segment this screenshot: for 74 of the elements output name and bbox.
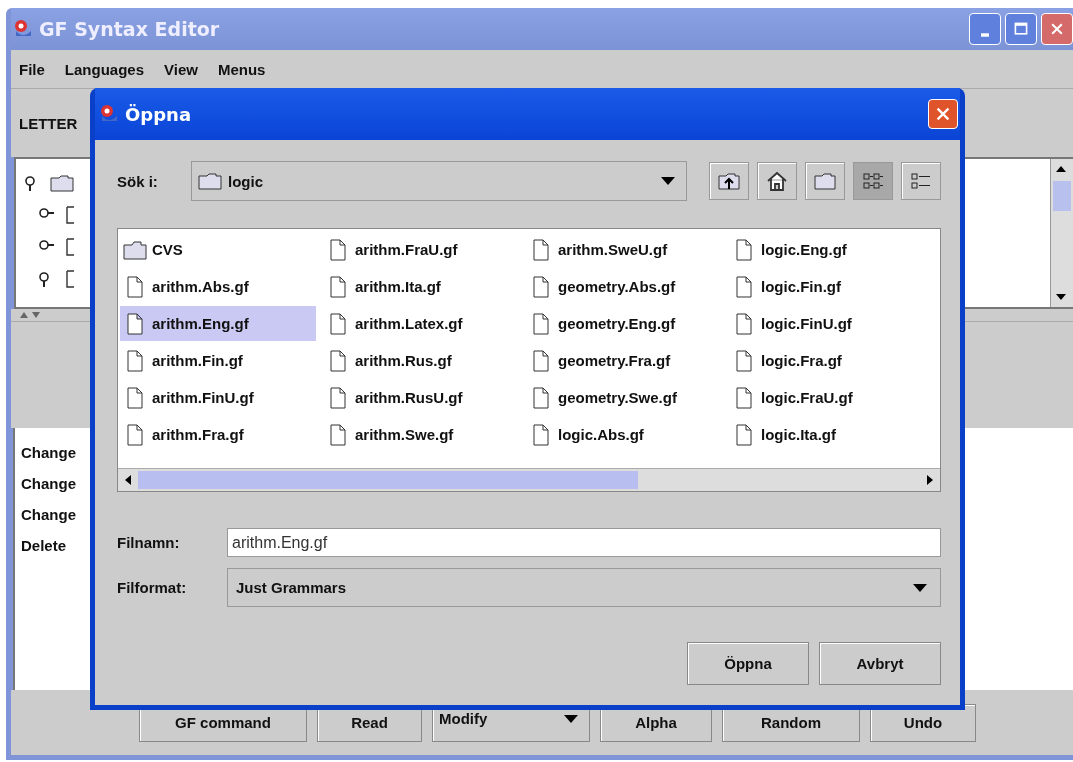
file-format-label: Filformat: — [117, 579, 188, 596]
list-entry[interactable]: geometry.Swe.gf — [526, 380, 681, 415]
file-name-field[interactable]: arithm.Eng.gf — [227, 528, 941, 557]
file-name-label: Filnamn: — [117, 534, 181, 551]
list-view-button[interactable] — [853, 162, 893, 200]
dialog-button[interactable]: Avbryt — [819, 642, 941, 685]
app-icon — [13, 19, 33, 39]
list-entry[interactable]: logic.FraU.gf — [729, 380, 857, 415]
folder-icon — [50, 174, 74, 192]
list-entry[interactable]: logic.Fin.gf — [729, 269, 845, 304]
menu-item[interactable]: Menus — [217, 60, 266, 78]
toolbar-label: LETTER — [19, 114, 78, 132]
caret-icon — [660, 176, 676, 186]
dialog-title: Öppna — [125, 103, 192, 125]
window-title: GF Syntax Editor — [39, 18, 220, 40]
home-button[interactable] — [757, 162, 797, 200]
list-entry[interactable]: logic.Ita.gf — [729, 417, 840, 452]
folder-icon — [813, 171, 837, 191]
list-entry[interactable]: arithm.Latex.gf — [323, 306, 467, 341]
close-button[interactable] — [1041, 13, 1073, 45]
scrollbar[interactable] — [1050, 159, 1073, 307]
menu-item[interactable]: Languages — [64, 60, 145, 78]
list-entry[interactable]: arithm.Swe.gf — [323, 417, 458, 452]
menu-item[interactable]: View — [164, 60, 198, 78]
app-icon — [99, 104, 119, 124]
minimize-icon — [981, 33, 989, 37]
scroll-thumb[interactable] — [1053, 181, 1071, 211]
list-entry[interactable]: geometry.Abs.gf — [526, 269, 680, 304]
maximize-button[interactable] — [1005, 13, 1037, 45]
splitter-arrows-icon[interactable] — [19, 311, 43, 319]
up-folder-button[interactable] — [709, 162, 749, 200]
scroll-thumb[interactable] — [138, 471, 638, 489]
minimize-button[interactable] — [969, 13, 1001, 45]
new-folder-button[interactable] — [805, 162, 845, 200]
folder-icon — [123, 239, 147, 260]
details-view-button[interactable] — [901, 162, 941, 200]
close-button[interactable] — [928, 99, 958, 129]
list-entry[interactable]: logic.FinU.gf — [729, 306, 856, 341]
list-view-icon — [862, 171, 884, 191]
close-icon — [1049, 21, 1065, 37]
list-entry[interactable]: geometry.Eng.gf — [526, 306, 680, 341]
list-entry[interactable]: arithm.Fin.gf — [120, 343, 247, 378]
list-entry[interactable]: arithm.FinU.gf — [120, 380, 258, 415]
command-item[interactable]: Change — [21, 442, 76, 464]
maximize-icon — [1013, 21, 1029, 37]
details-view-icon — [910, 171, 932, 191]
command-item[interactable]: Change — [21, 473, 76, 495]
list-entry[interactable]: arithm.Eng.gf — [120, 306, 316, 341]
up-folder-icon — [717, 171, 741, 191]
caret-icon — [912, 582, 928, 593]
home-icon — [765, 170, 789, 192]
menu-item[interactable]: File — [19, 60, 45, 78]
list-entry[interactable]: arithm.Abs.gf — [120, 269, 253, 304]
command-item[interactable]: Change — [21, 504, 76, 526]
list-entry[interactable]: arithm.FraU.gf — [323, 232, 462, 267]
caret-icon — [563, 713, 579, 724]
file-format-dropdown[interactable]: Just Grammars — [227, 568, 941, 607]
list-entry[interactable]: arithm.RusU.gf — [323, 380, 467, 415]
list-entry[interactable]: arithm.SweU.gf — [526, 232, 672, 267]
list-entry[interactable]: logic.Eng.gf — [729, 232, 851, 267]
folder-icon — [198, 172, 222, 190]
look-in-label: Sök i: — [117, 172, 159, 190]
list-entry[interactable]: CVS — [120, 232, 187, 267]
list-entry[interactable]: arithm.Rus.gf — [323, 343, 456, 378]
list-entry[interactable]: logic.Fra.gf — [729, 343, 846, 378]
close-icon — [934, 105, 952, 123]
list-entry[interactable]: logic.Abs.gf — [526, 417, 648, 452]
list-entry[interactable]: geometry.Fra.gf — [526, 343, 675, 378]
list-entry[interactable]: arithm.Ita.gf — [323, 269, 445, 304]
dialog-button[interactable]: Öppna — [687, 642, 809, 685]
command-item[interactable]: Delete — [21, 535, 67, 557]
scrollbar[interactable] — [118, 468, 940, 491]
list-entry[interactable]: arithm.Fra.gf — [120, 417, 248, 452]
look-in-dropdown[interactable]: logic — [191, 161, 687, 201]
